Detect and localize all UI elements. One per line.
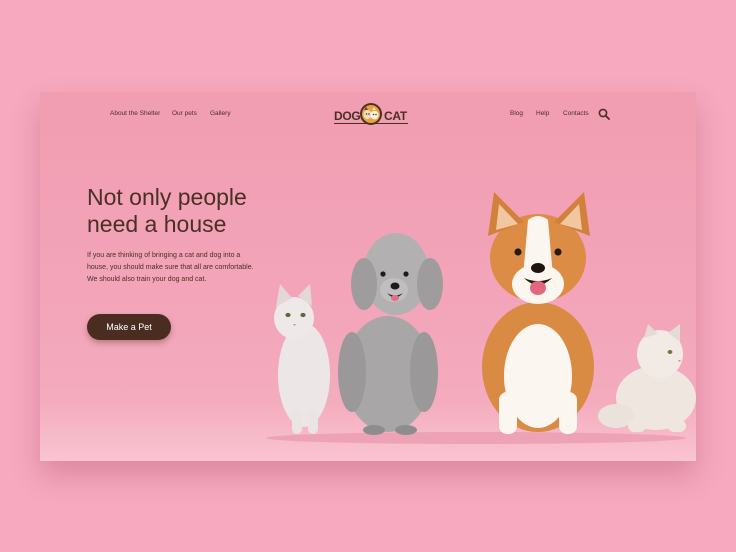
search-icon[interactable] xyxy=(598,108,610,120)
grey-poodle xyxy=(338,233,443,435)
nav-about-shelter[interactable]: About the Shelter xyxy=(110,110,160,117)
hero-card: About the Shelter Our pets Gallery DOG C… xyxy=(40,92,696,461)
logo-underline xyxy=(334,123,408,124)
white-cat-right xyxy=(598,324,696,432)
make-a-pet-button[interactable]: Make a Pet xyxy=(87,314,171,340)
nav-help[interactable]: Help xyxy=(536,110,549,117)
logo-dog-text: DOG xyxy=(334,109,361,123)
hero-description: If you are thinking of bringing a cat an… xyxy=(87,252,254,283)
nav-our-pets[interactable]: Our pets xyxy=(172,110,197,117)
white-cat-left xyxy=(274,284,330,434)
pets-photo xyxy=(266,192,696,444)
logo[interactable]: DOG CAT xyxy=(334,101,408,129)
nav-blog[interactable]: Blog xyxy=(510,110,523,117)
corgi xyxy=(482,192,594,434)
nav-contacts[interactable]: Contacts xyxy=(563,110,589,117)
nav-gallery[interactable]: Gallery xyxy=(210,110,231,117)
logo-cat-text: CAT xyxy=(384,109,407,123)
